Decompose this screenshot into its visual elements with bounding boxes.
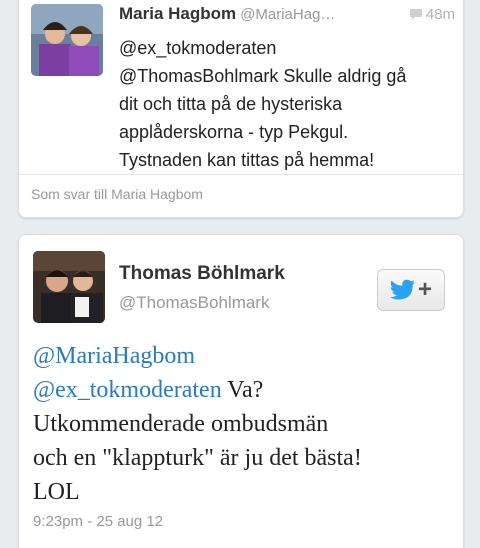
tweet-text-line: LOL bbox=[33, 479, 80, 505]
mention-link[interactable]: @ex_tokmoderaten bbox=[33, 377, 222, 403]
follow-plus: + bbox=[417, 276, 432, 303]
tweet-text-line: applåderskorna - typ Pekgul. bbox=[119, 122, 349, 142]
author-name[interactable]: Maria Hagbom bbox=[119, 4, 236, 23]
tweet-text-line: @ex_tokmoderaten Va? bbox=[33, 373, 453, 407]
mention-link[interactable]: @MariaHagbom bbox=[33, 339, 453, 373]
tweet-header: Maria Hagbom @MariaHag… 48m bbox=[119, 4, 459, 30]
tweet-text-line: Tystnaden kan tittas på hemma! bbox=[119, 150, 375, 170]
tweet-text-line: dit och titta på de hysteriska bbox=[119, 94, 343, 114]
relative-time: 48m bbox=[425, 6, 455, 23]
speech-bubble-icon bbox=[409, 9, 422, 20]
twitter-bird-icon bbox=[389, 279, 415, 300]
avatar-maria-hagbom[interactable] bbox=[31, 4, 103, 76]
author-name[interactable]: Thomas Böhlmark bbox=[119, 263, 285, 285]
tweet-text: @ex_tokmoderaten @ThomasBohlmark Skulle … bbox=[119, 34, 459, 174]
author-handle[interactable]: @ThomasBohlmark bbox=[119, 293, 269, 313]
author-handle[interactable]: @MariaHag… bbox=[240, 6, 335, 23]
tweet-text: @MariaHagbom @ex_tokmoderaten Va? Utkomm… bbox=[33, 339, 453, 509]
follow-button[interactable]: + bbox=[377, 269, 445, 311]
tweet-text-fragment: Va? bbox=[221, 377, 264, 403]
tweet-text-line: @ThomasBohlmark Skulle aldrig gå bbox=[119, 66, 407, 86]
tweet-card-reply[interactable]: Maria Hagbom @MariaHag… 48m @ex_tokmodera… bbox=[18, 0, 464, 218]
tweet-text-line: @ex_tokmoderaten bbox=[119, 38, 277, 58]
tweet-text-line: Utkommenderade ombudsmän bbox=[33, 411, 329, 437]
tweet-timestamp[interactable]: 9:23pm - 25 aug 12 bbox=[33, 513, 163, 530]
in-reply-to-link[interactable]: Som svar till Maria Hagbom bbox=[31, 186, 203, 202]
divider bbox=[19, 174, 463, 175]
tweet-text-line: och en "klappturk" är ju det bästa! bbox=[33, 445, 362, 471]
tweet-card-main: Thomas Böhlmark @ThomasBohlmark + @Maria… bbox=[18, 234, 464, 548]
tweet-time: 48m bbox=[402, 6, 455, 23]
avatar-thomas-bohlmark[interactable] bbox=[33, 251, 105, 323]
